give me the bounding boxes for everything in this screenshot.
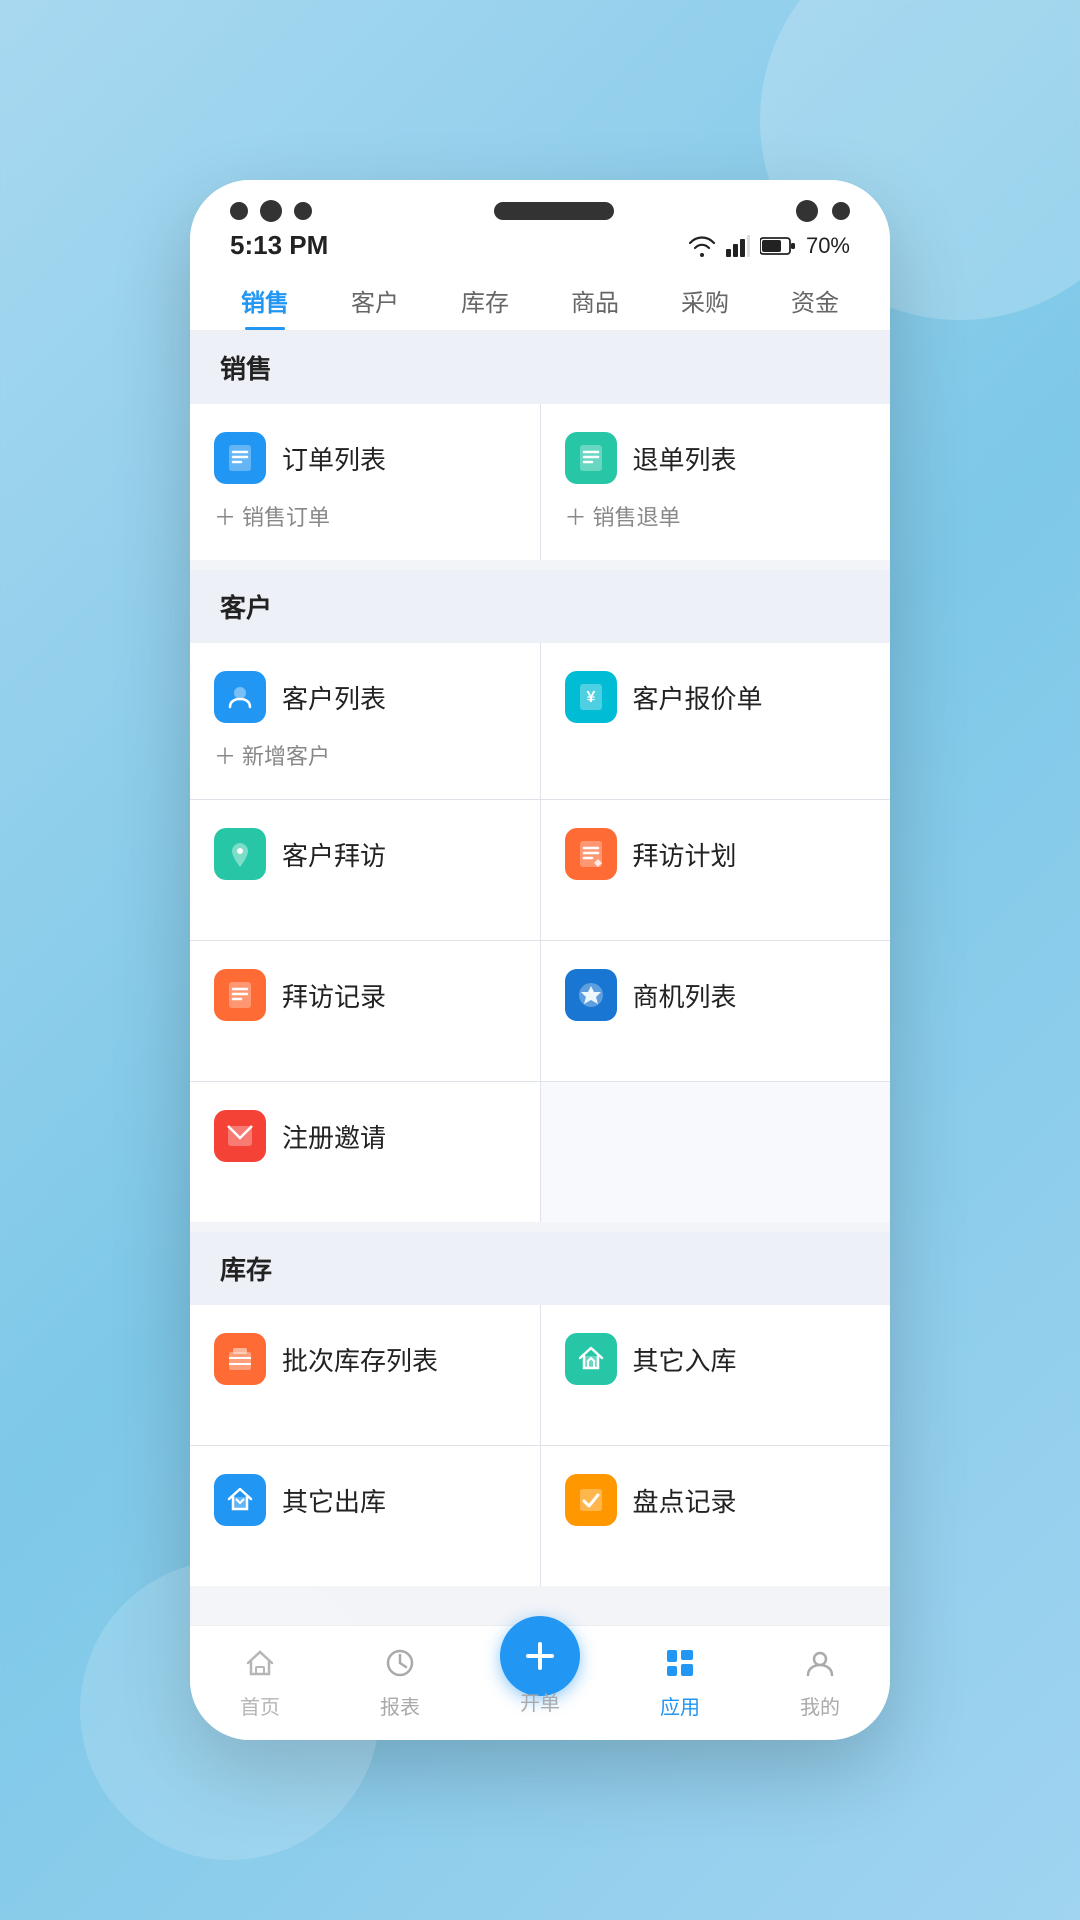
return-list-label: 退单列表 xyxy=(633,440,737,477)
status-icons: 70% xyxy=(688,233,850,259)
count-record-label: 盘点记录 xyxy=(633,1482,737,1519)
app-label: 应用 xyxy=(660,1691,700,1720)
tab-purchase[interactable]: 采购 xyxy=(650,269,760,330)
invite-label: 注册邀请 xyxy=(282,1118,386,1155)
notch-pill xyxy=(494,202,614,220)
dot-5 xyxy=(832,202,850,220)
count-record-item[interactable]: 盘点记录 xyxy=(541,1446,891,1586)
customer-visit-item[interactable]: 客户拜访 xyxy=(190,800,540,940)
sales-section-header: 销售 xyxy=(190,331,890,404)
batch-inventory-icon xyxy=(214,1333,266,1385)
sales-section-title: 销售 xyxy=(220,354,272,384)
nav-tabs: 销售 客户 库存 商品 采购 资金 xyxy=(190,269,890,331)
outbound-label: 其它出库 xyxy=(282,1482,386,1519)
wifi-icon xyxy=(688,235,716,257)
visit-record-label: 拜访记录 xyxy=(282,977,386,1014)
dot-4 xyxy=(796,200,818,222)
customer-list-sub: ＋ 新增客户 xyxy=(214,739,330,771)
visit-plan-item[interactable]: 拜访计划 xyxy=(541,800,891,940)
svg-text:¥: ¥ xyxy=(586,689,595,706)
order-list-sub: ＋ 销售订单 xyxy=(214,500,330,532)
batch-inventory-label: 批次库存列表 xyxy=(282,1341,438,1378)
report-label: 报表 xyxy=(380,1691,420,1720)
tab-finance[interactable]: 资金 xyxy=(760,269,870,330)
plan-icon xyxy=(565,828,617,880)
profile-label: 我的 xyxy=(800,1691,840,1720)
invite-icon xyxy=(214,1110,266,1162)
customer-list-label: 客户列表 xyxy=(282,679,386,716)
customer-list-icon xyxy=(214,671,266,723)
customer-section-header: 客户 xyxy=(190,570,890,643)
return-list-icon xyxy=(565,432,617,484)
order-list-icon xyxy=(214,432,266,484)
bottom-nav-profile[interactable]: 我的 xyxy=(750,1641,890,1720)
return-list-sub: ＋ 销售退单 xyxy=(565,500,681,532)
notch-right-dots xyxy=(796,200,850,222)
count-record-icon xyxy=(565,1474,617,1526)
quote-label: 客户报价单 xyxy=(633,679,763,716)
opportunity-item[interactable]: 商机列表 xyxy=(541,941,891,1081)
inventory-section-title: 库存 xyxy=(220,1255,272,1285)
opportunity-icon xyxy=(565,969,617,1021)
customer-visit-label: 客户拜访 xyxy=(282,836,386,873)
battery-icon xyxy=(760,236,796,256)
phone-frame: 5:13 PM 70% xyxy=(190,180,890,1740)
inventory-grid: 批次库存列表 其它入库 xyxy=(190,1305,890,1586)
customer-grid: 客户列表 ＋ 新增客户 ¥ 客户报价单 xyxy=(190,643,890,1222)
visit-icon xyxy=(214,828,266,880)
outbound-icon xyxy=(214,1474,266,1526)
opportunity-label: 商机列表 xyxy=(633,977,737,1014)
dot-1 xyxy=(230,202,248,220)
create-label: 开单 xyxy=(520,1687,560,1716)
bottom-nav-app[interactable]: 应用 xyxy=(610,1641,750,1720)
tab-customer[interactable]: 客户 xyxy=(320,269,430,330)
signal-icon xyxy=(726,235,750,257)
empty-item xyxy=(541,1082,891,1222)
customer-list-item[interactable]: 客户列表 ＋ 新增客户 xyxy=(190,643,540,799)
home-label: 首页 xyxy=(240,1691,280,1720)
dot-2 xyxy=(260,200,282,222)
bottom-nav-home[interactable]: 首页 xyxy=(190,1641,330,1720)
dot-3 xyxy=(294,202,312,220)
quote-icon: ¥ xyxy=(565,671,617,723)
create-order-fab[interactable] xyxy=(500,1616,580,1696)
sales-grid: 订单列表 ＋ 销售订单 xyxy=(190,404,890,560)
app-icon xyxy=(658,1641,702,1685)
visit-plan-label: 拜访计划 xyxy=(633,836,737,873)
bottom-nav: 首页 报表 开单 xyxy=(190,1625,890,1740)
outbound-item[interactable]: 其它出库 xyxy=(190,1446,540,1586)
inbound-icon xyxy=(565,1333,617,1385)
bottom-nav-report[interactable]: 报表 xyxy=(330,1641,470,1720)
status-time: 5:13 PM xyxy=(230,230,328,261)
quote-item[interactable]: ¥ 客户报价单 xyxy=(541,643,891,799)
inbound-label: 其它入库 xyxy=(633,1341,737,1378)
order-list-item[interactable]: 订单列表 ＋ 销售订单 xyxy=(190,404,540,560)
notch-left-dots xyxy=(230,200,312,222)
bottom-nav-fab: 开单 xyxy=(470,1640,610,1720)
phone-notch xyxy=(190,180,890,222)
profile-icon xyxy=(798,1641,842,1685)
record-icon xyxy=(214,969,266,1021)
inbound-item[interactable]: 其它入库 xyxy=(541,1305,891,1445)
order-list-label: 订单列表 xyxy=(282,440,386,477)
status-bar: 5:13 PM 70% xyxy=(190,222,890,269)
customer-section-title: 客户 xyxy=(220,593,272,623)
visit-record-item[interactable]: 拜访记录 xyxy=(190,941,540,1081)
content-area: 销售 订单列表 ＋ 销售订单 xyxy=(190,331,890,1625)
bottom-spacer xyxy=(190,1586,890,1606)
batch-inventory-item[interactable]: 批次库存列表 xyxy=(190,1305,540,1445)
tab-product[interactable]: 商品 xyxy=(540,269,650,330)
battery-percent: 70% xyxy=(806,233,850,259)
home-icon xyxy=(238,1641,282,1685)
report-icon xyxy=(378,1641,422,1685)
tab-sales[interactable]: 销售 xyxy=(210,269,320,330)
tab-inventory[interactable]: 库存 xyxy=(430,269,540,330)
invite-item[interactable]: 注册邀请 xyxy=(190,1082,540,1222)
return-list-item[interactable]: 退单列表 ＋ 销售退单 xyxy=(541,404,891,560)
inventory-section-header: 库存 xyxy=(190,1232,890,1305)
